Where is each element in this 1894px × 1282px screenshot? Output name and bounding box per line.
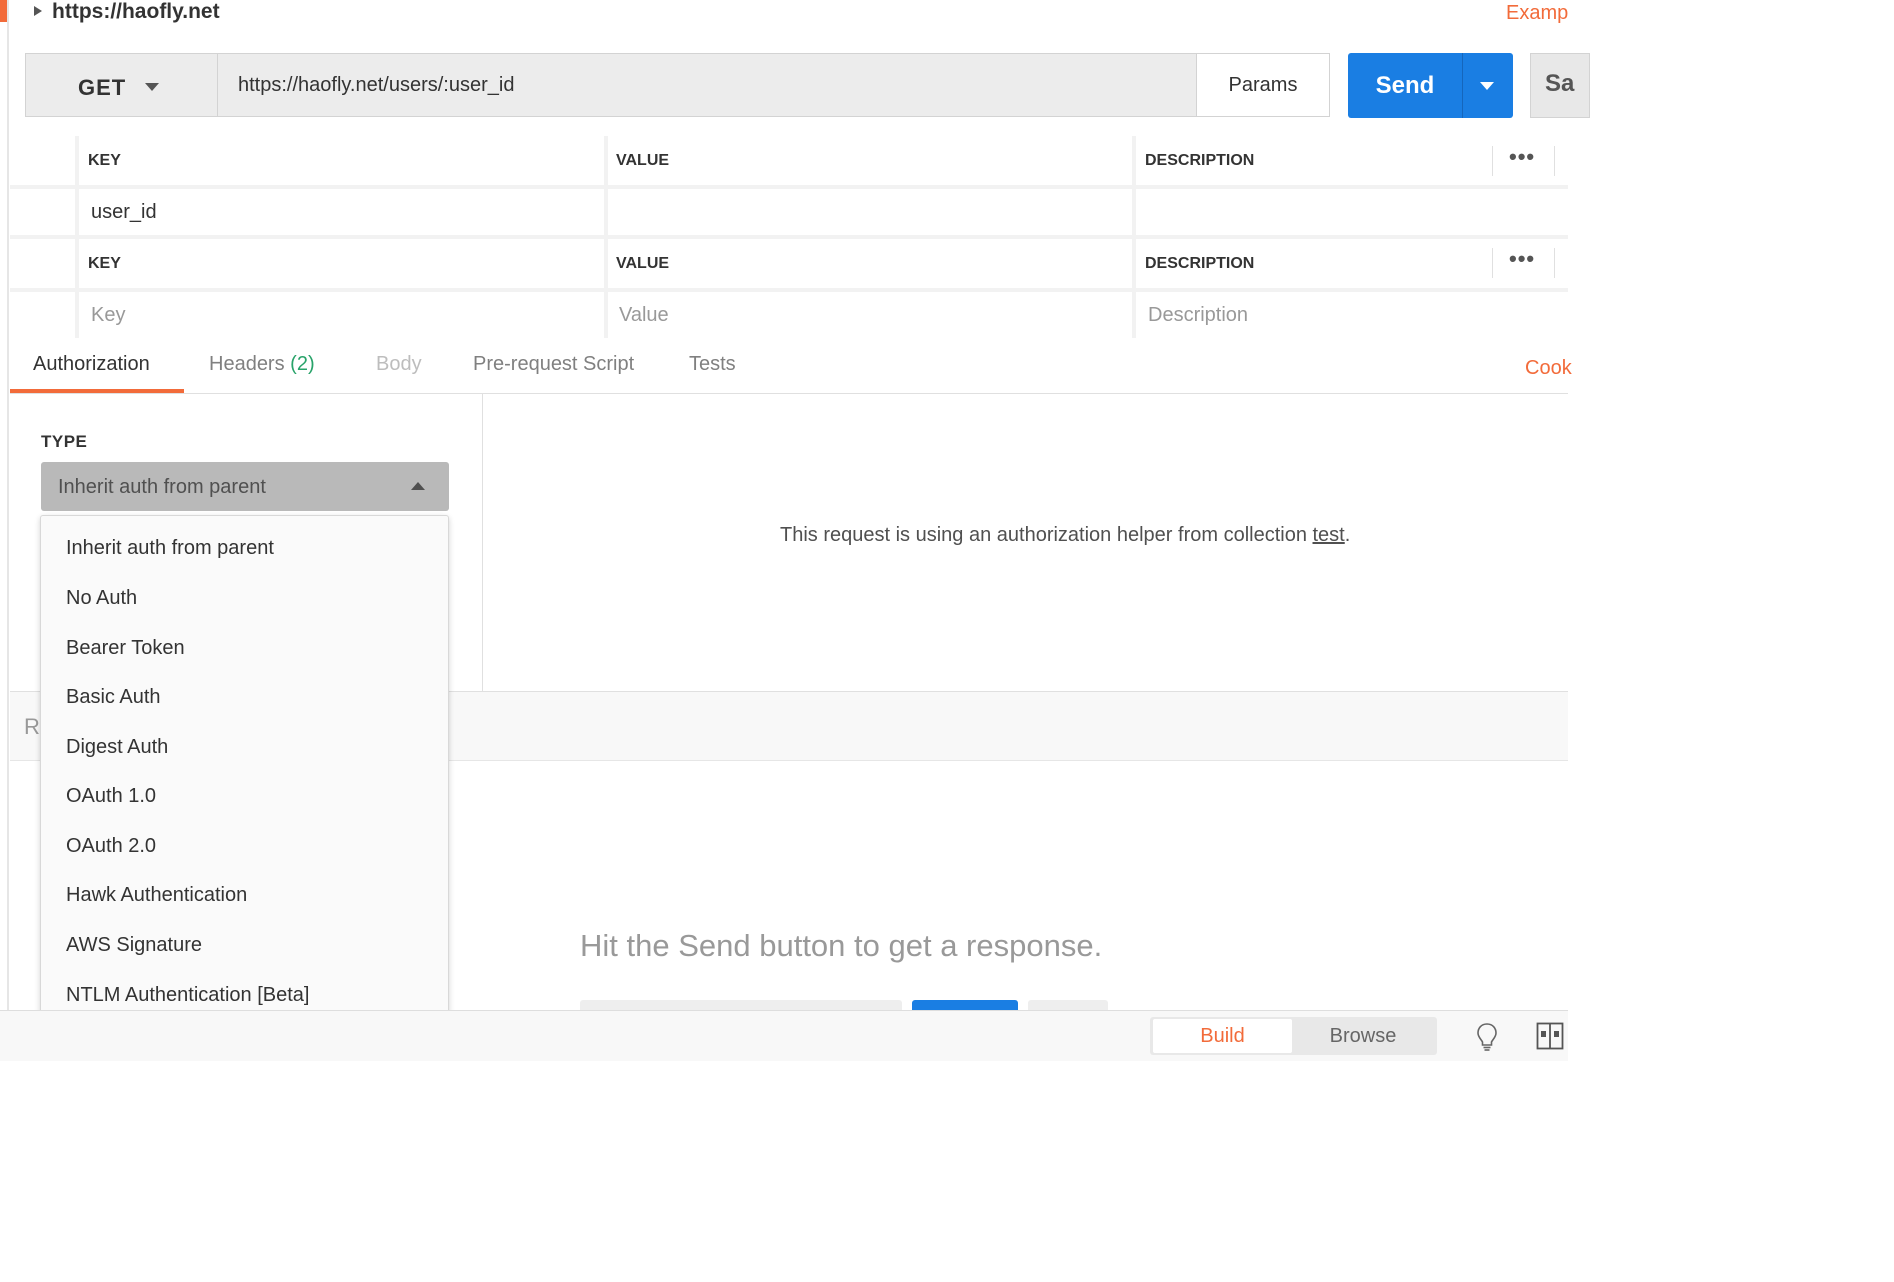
column-divider [1492,248,1493,278]
value-input[interactable]: Value [619,304,669,327]
chevron-up-icon[interactable] [411,482,425,490]
collection-link[interactable]: test [1313,524,1345,546]
headers-count-badge: (2) [290,353,315,375]
value-column-header: VALUE [616,152,670,169]
row-handle [10,136,75,185]
tab-pre-request-script[interactable]: Pre-request Script [473,353,634,376]
sidebar-divider [7,0,9,1010]
chevron-down-icon[interactable] [145,83,159,91]
tab-headers-label: Headers [209,353,285,375]
menu-item-bearer-token[interactable]: Bearer Token [66,637,185,660]
method-label[interactable]: GET [78,75,126,101]
key-input[interactable]: Key [91,304,125,327]
tab-body[interactable]: Body [376,353,422,376]
tab-headers[interactable]: Headers (2) [209,353,315,376]
tab-authorization[interactable]: Authorization [33,353,150,376]
key-input-cell[interactable] [79,292,604,338]
table-row-key[interactable] [79,189,604,235]
auth-type-selected-value[interactable]: Inherit auth from parent [58,476,266,499]
save-button[interactable]: Sa [1530,53,1590,118]
sidebar-accent-bar [0,0,7,22]
empty-response-message: Hit the Send button to get a response. [580,928,1103,963]
browse-button[interactable]: Browse [1292,1019,1434,1053]
menu-item-aws-signature[interactable]: AWS Signature [66,934,202,957]
two-pane-layout-icon[interactable] [1536,1022,1564,1050]
auth-panel-divider [482,394,483,692]
chevron-down-icon[interactable] [1480,82,1494,90]
path-variable-key[interactable]: user_id [91,201,157,224]
key-header-cell [79,136,604,185]
menu-item-oauth-2[interactable]: OAuth 2.0 [66,835,156,858]
column-divider [1492,146,1493,176]
tab-tests[interactable]: Tests [689,353,736,376]
value-header-cell [608,136,1132,185]
key-header-cell [79,239,604,288]
examples-link[interactable]: Examp [1506,2,1568,25]
key-column-header: KEY [88,255,121,272]
menu-item-oauth-1[interactable]: OAuth 1.0 [66,785,156,808]
description-input[interactable]: Description [1148,304,1248,327]
auth-info-text: This request is using an authorization h… [780,524,1313,546]
auth-info-message: This request is using an authorization h… [780,524,1350,547]
lightbulb-icon[interactable] [1476,1022,1498,1052]
request-title[interactable]: https://haofly.net [52,0,220,24]
response-label: R [24,714,40,739]
value-column-header: VALUE [616,255,670,272]
url-input[interactable] [217,53,1197,117]
value-input-cell[interactable] [608,292,1132,338]
menu-item-no-auth[interactable]: No Auth [66,587,137,610]
row-handle [10,189,75,235]
auth-info-suffix: . [1344,524,1351,546]
row-handle [10,292,75,338]
expand-triangle-icon[interactable] [34,6,42,16]
row-handle [10,239,75,288]
value-header-cell [608,239,1132,288]
params-button[interactable]: Params [1196,53,1330,117]
build-button[interactable]: Build [1153,1019,1292,1053]
description-column-header: DESCRIPTION [1145,152,1255,169]
column-divider [1554,248,1555,278]
cookies-link[interactable]: Cook [1525,357,1572,380]
column-divider [1554,146,1555,176]
more-options-icon[interactable]: ••• [1509,246,1535,272]
menu-item-hawk-auth[interactable]: Hawk Authentication [66,884,247,907]
auth-type-label: TYPE [41,432,88,451]
table-row-value[interactable] [608,189,1132,235]
menu-item-basic-auth[interactable]: Basic Auth [66,686,161,709]
menu-item-inherit-auth[interactable]: Inherit auth from parent [66,537,274,560]
more-options-icon[interactable]: ••• [1509,144,1535,170]
description-column-header: DESCRIPTION [1145,255,1255,272]
menu-item-digest-auth[interactable]: Digest Auth [66,736,168,759]
table-row-description[interactable] [1136,189,1568,235]
menu-item-ntlm-auth[interactable]: NTLM Authentication [Beta] [66,984,309,1007]
send-button[interactable]: Send [1348,53,1462,118]
tabs-divider [10,393,1568,394]
key-column-header: KEY [88,152,121,169]
